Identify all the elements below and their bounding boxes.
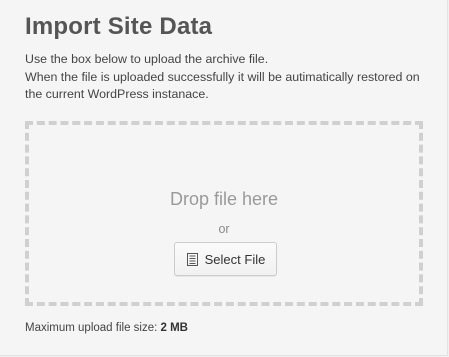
max-upload-size: Maximum upload file size: 2 MB [25, 322, 188, 334]
instructions: Use the box below to upload the archive … [25, 51, 435, 104]
drop-file-prompt: Drop file here [169, 189, 279, 209]
instructions-line-2: When the file is uploaded successfully i… [25, 69, 420, 84]
select-file-label: Select File [204, 251, 266, 267]
or-separator: or [218, 222, 230, 236]
page-title: Import Site Data [25, 13, 213, 40]
max-upload-size-value: 2 MB [160, 322, 188, 334]
select-file-button[interactable]: Select File [174, 242, 277, 276]
file-drop-zone[interactable]: Drop file here or Select File [25, 121, 423, 306]
file-icon [186, 252, 198, 266]
instructions-line-3: the current WordPress instanace. [25, 87, 209, 101]
max-upload-size-label: Maximum upload file size: [25, 322, 158, 334]
import-panel: Import Site Data Use the box below to up… [0, 0, 448, 356]
instructions-line-1: Use the box below to upload the archive … [25, 52, 269, 66]
